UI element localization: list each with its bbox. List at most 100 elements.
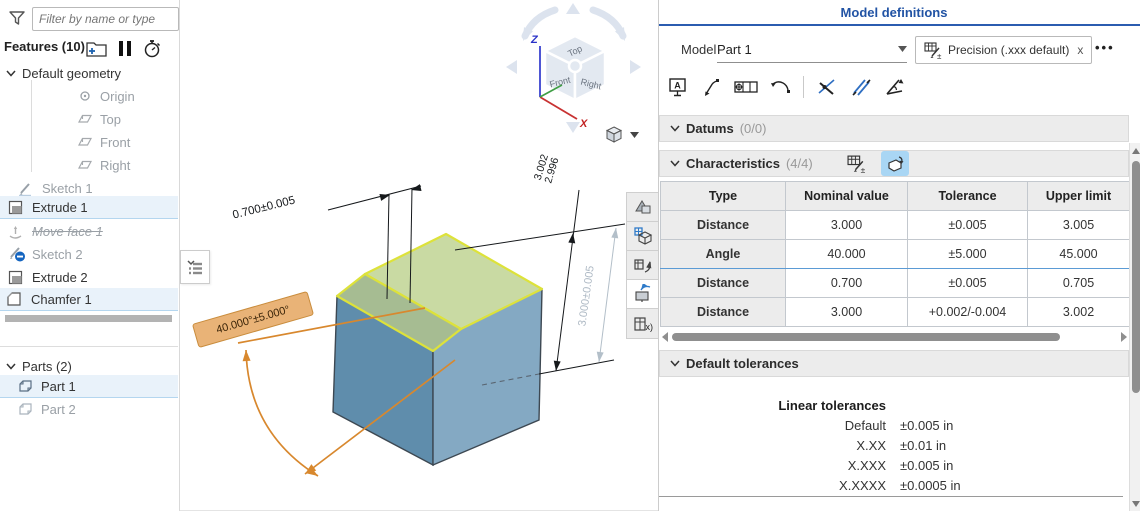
tree-item-label: Top bbox=[100, 111, 121, 127]
scroll-up-arrow[interactable] bbox=[1132, 148, 1140, 154]
angle-characteristic-tool[interactable] bbox=[882, 74, 908, 100]
datum-label-tool[interactable]: A bbox=[665, 74, 691, 100]
tree-item-label: Part 1 bbox=[41, 378, 76, 394]
sidebar-divider bbox=[0, 346, 178, 347]
tree-item-top-plane[interactable]: Top bbox=[0, 108, 178, 130]
tree-item-part1[interactable]: Part 1 bbox=[0, 375, 178, 398]
feature-list-toggle-button[interactable] bbox=[180, 250, 210, 284]
cell-nominal: 40.000 bbox=[785, 239, 908, 269]
cell-tolerance: +0.002/-0.004 bbox=[907, 297, 1028, 327]
scroll-right-arrow[interactable] bbox=[1121, 331, 1127, 342]
display-arrow-icon bbox=[635, 284, 651, 302]
tree-item-right-plane[interactable]: Right bbox=[0, 154, 178, 176]
rollback-bar[interactable] bbox=[5, 315, 172, 322]
tree-item-moveface1[interactable]: Move face 1 bbox=[0, 220, 178, 242]
annotation-toolbar: A bbox=[665, 74, 908, 100]
linear-tolerances-block: Linear tolerances Default ±0.005 in X.XX… bbox=[659, 398, 989, 493]
precision-chip-label: Precision (.xxx default) bbox=[948, 43, 1070, 57]
table-row[interactable]: Distance 3.000 ±0.005 3.005 bbox=[660, 210, 1130, 240]
datum-display-button[interactable] bbox=[627, 222, 659, 251]
tree-node-default-geometry[interactable]: Default geometry bbox=[0, 62, 178, 84]
parallel-lines-icon bbox=[852, 79, 871, 96]
table-horizontal-scrollbar[interactable] bbox=[660, 330, 1129, 343]
horizontal-scroll-thumb[interactable] bbox=[672, 332, 1060, 341]
precision-icon[interactable]: ± bbox=[847, 154, 867, 174]
tree-item-sketch2[interactable]: Sketch 2 bbox=[0, 243, 178, 265]
model-select-value: Part 1 bbox=[717, 41, 752, 57]
distance-characteristic-tool[interactable] bbox=[814, 74, 840, 100]
tree-item-label: Sketch 1 bbox=[42, 180, 93, 196]
tree-item-extrude1[interactable]: Extrude 1 bbox=[0, 196, 178, 219]
precision-icon: ± bbox=[924, 41, 942, 60]
table-row[interactable]: Distance 0.700 ±0.005 0.705 bbox=[660, 268, 1130, 298]
annotation-rotate-button[interactable] bbox=[627, 251, 659, 280]
scroll-down-arrow[interactable] bbox=[1132, 501, 1140, 507]
cell-upper: 45.000 bbox=[1027, 239, 1130, 269]
datum-label-icon: A bbox=[669, 78, 686, 97]
fcf-x-icon: x) bbox=[634, 316, 653, 332]
auto-capture-button[interactable] bbox=[880, 151, 909, 176]
tree-item-extrude2[interactable]: Extrude 2 bbox=[0, 266, 178, 288]
part-body[interactable] bbox=[332, 232, 544, 467]
cell-type: Distance bbox=[660, 268, 786, 298]
vertical-scroll-thumb[interactable] bbox=[1132, 161, 1140, 393]
tree-item-origin[interactable]: Origin bbox=[0, 85, 178, 107]
cell-upper: 0.705 bbox=[1027, 268, 1130, 298]
appearance-button[interactable] bbox=[627, 193, 659, 222]
tolerance-value: ±0.01 in bbox=[900, 438, 947, 453]
model-select[interactable]: Part 1 bbox=[717, 36, 907, 63]
precision-chip-remove[interactable]: x bbox=[1077, 43, 1083, 57]
feature-control-frame-tool[interactable] bbox=[733, 74, 759, 100]
default-tolerances-section-header[interactable]: Default tolerances bbox=[659, 350, 1129, 377]
stopwatch-icon[interactable] bbox=[143, 39, 162, 58]
filter-icon[interactable] bbox=[8, 9, 26, 27]
add-folder-icon[interactable] bbox=[86, 40, 107, 57]
chevron-down-icon bbox=[670, 160, 680, 167]
display-states-button[interactable] bbox=[627, 280, 659, 309]
chevron-down-icon bbox=[6, 363, 16, 370]
tolerance-label: X.XXXX bbox=[839, 478, 886, 493]
datums-section-header[interactable]: Datums (0/0) bbox=[659, 115, 1129, 142]
toolbar-separator bbox=[803, 76, 804, 98]
toleranced-dimension-line bbox=[598, 227, 617, 363]
cell-type: Distance bbox=[660, 210, 786, 240]
view-options-button[interactable] bbox=[604, 122, 646, 148]
svg-text:±: ± bbox=[860, 164, 865, 173]
leader-tool[interactable] bbox=[699, 74, 725, 100]
tree-item-label: Chamfer 1 bbox=[31, 291, 92, 307]
cell-tolerance: ±5.000 bbox=[907, 239, 1028, 269]
cell-tolerance: ±0.005 bbox=[907, 210, 1028, 240]
tree-item-front-plane[interactable]: Front bbox=[0, 131, 178, 153]
grid-cube-icon bbox=[634, 227, 653, 245]
characteristics-section-header[interactable]: Characteristics (4/4) ± bbox=[659, 150, 1129, 177]
precision-chip[interactable]: ± Precision (.xxx default) x bbox=[915, 36, 1093, 64]
linear-tolerances-heading: Linear tolerances bbox=[778, 398, 886, 413]
parallel-characteristic-tool[interactable] bbox=[848, 74, 874, 100]
characteristics-table: Type Nominal value Tolerance Upper limit… bbox=[660, 181, 1130, 327]
table-row-selected[interactable]: Angle 40.000 ±5.000 45.000 bbox=[660, 239, 1130, 269]
cell-type: Angle bbox=[660, 239, 786, 269]
scroll-left-arrow[interactable] bbox=[662, 331, 668, 342]
cell-upper: 3.002 bbox=[1027, 297, 1130, 327]
tree-item-chamfer1[interactable]: Chamfer 1 bbox=[0, 288, 178, 311]
datums-label: Datums bbox=[686, 121, 734, 136]
model-definitions-panel: Model definitions Model Part 1 ± Precisi… bbox=[658, 0, 1140, 511]
leader-icon bbox=[705, 79, 719, 96]
rotate-grid-icon bbox=[634, 259, 652, 273]
fcf-display-button[interactable]: x) bbox=[627, 309, 659, 338]
capture-part-icon bbox=[888, 155, 904, 172]
table-row[interactable]: Distance 3.000 +0.002/-0.004 3.002 bbox=[660, 297, 1130, 327]
tree-node-parts[interactable]: Parts (2) bbox=[0, 355, 178, 377]
bent-leader-tool[interactable] bbox=[767, 74, 793, 100]
tree-item-label: Part 2 bbox=[41, 401, 76, 417]
tree-item-part2[interactable]: Part 2 bbox=[0, 398, 178, 420]
features-header: Features (10) bbox=[4, 39, 85, 54]
fcf-icon bbox=[734, 81, 758, 93]
panel-vertical-scrollbar[interactable] bbox=[1129, 143, 1140, 511]
axis-z-label: Z bbox=[530, 34, 539, 46]
overflow-menu-button[interactable]: ••• bbox=[1095, 40, 1115, 55]
suppress-pause-icon[interactable] bbox=[119, 41, 132, 56]
filter-input[interactable] bbox=[32, 7, 179, 31]
default-tolerances-label: Default tolerances bbox=[686, 356, 799, 371]
tolerance-label: X.XXX bbox=[847, 458, 886, 473]
